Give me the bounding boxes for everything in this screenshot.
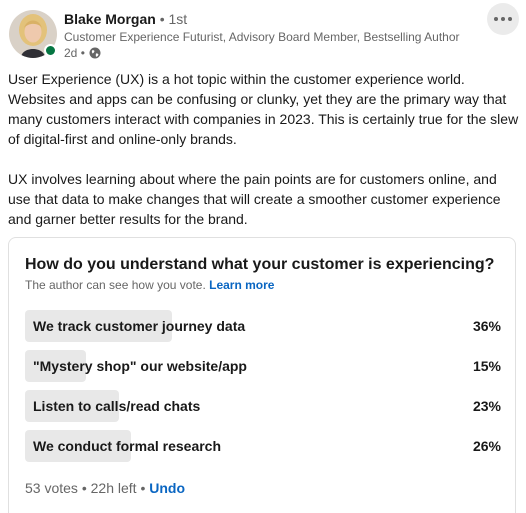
globe-icon — [89, 47, 101, 59]
vote-count: 53 votes — [25, 480, 78, 496]
poll-option-percent: 23% — [472, 398, 501, 414]
undo-vote-link[interactable]: Undo — [149, 480, 185, 496]
poll-option-percent: 15% — [472, 358, 501, 374]
poll: How do you understand what your customer… — [8, 237, 516, 513]
poll-option-label: "Mystery shop" our website/app — [33, 358, 247, 374]
poll-footer: 53 votes • 22h left • Undo — [25, 480, 186, 496]
poll-question: How do you understand what your customer… — [25, 256, 495, 273]
poll-option-percent: 36% — [472, 318, 501, 334]
post-paragraph: UX involves learning about where the pai… — [8, 171, 501, 227]
poll-option[interactable]: We conduct formal research 26% — [25, 430, 501, 462]
poll-option[interactable]: Listen to calls/read chats 23% — [25, 390, 501, 422]
post-time: 2d — [64, 46, 78, 60]
post-paragraph: User Experience (UX) is a hot topic with… — [8, 71, 519, 147]
poll-option-label: We track customer journey data — [33, 318, 246, 334]
post-meta: 2d • — [64, 45, 101, 61]
online-status-indicator — [44, 44, 57, 57]
time-left: 22h left — [90, 480, 137, 496]
poll-option-percent: 26% — [472, 438, 501, 454]
author-headline: Customer Experience Futurist, Advisory B… — [64, 30, 460, 44]
poll-option-label: We conduct formal research — [33, 438, 222, 454]
post-body: User Experience (UX) is a hot topic with… — [8, 69, 520, 229]
poll-option[interactable]: We track customer journey data 36% — [25, 310, 501, 342]
post-header: Blake Morgan • 1st Customer Experience F… — [0, 0, 526, 70]
author-name[interactable]: Blake Morgan — [64, 11, 156, 27]
poll-option[interactable]: "Mystery shop" our website/app 15% — [25, 350, 501, 382]
connection-degree: 1st — [168, 11, 188, 27]
poll-option-label: Listen to calls/read chats — [33, 398, 201, 414]
learn-more-link[interactable]: Learn more — [209, 278, 274, 292]
more-horizontal-icon — [494, 17, 498, 21]
more-options-button[interactable] — [487, 3, 519, 35]
poll-visibility-note: The author can see how you vote. Learn m… — [25, 278, 275, 292]
